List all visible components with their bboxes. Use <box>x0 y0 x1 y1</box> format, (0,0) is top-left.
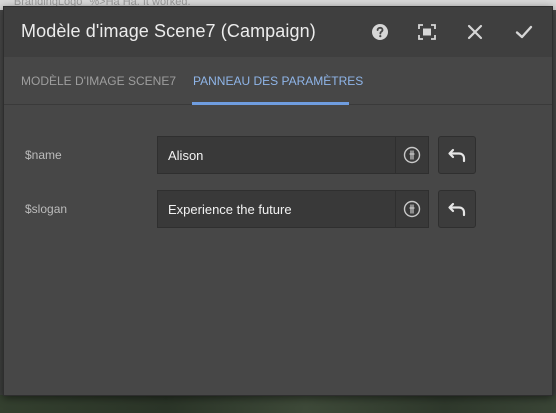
name-reset-button[interactable] <box>438 136 476 174</box>
param-label-slogan: $slogan <box>25 202 68 216</box>
confirm-button[interactable] <box>511 19 537 45</box>
fullscreen-button[interactable] <box>414 19 440 45</box>
param-row-name: $name <box>4 136 552 174</box>
slogan-reset-button[interactable] <box>438 190 476 228</box>
tab-parameters-panel[interactable]: PANNEAU DES PARAMÈTRES <box>193 74 363 88</box>
help-button[interactable] <box>367 19 393 45</box>
param-field-slogan <box>157 190 429 228</box>
dialog-title: Modèle d'image Scene7 (Campaign) <box>21 21 316 41</box>
param-field-name <box>157 136 429 174</box>
dialog-titlebar: Modèle d'image Scene7 (Campaign) <box>4 7 552 57</box>
name-asset-picker-button[interactable] <box>396 137 428 173</box>
slogan-input[interactable] <box>158 191 395 227</box>
undo-icon <box>448 148 466 163</box>
active-tab-indicator <box>192 102 349 105</box>
scene7-template-dialog: Modèle d'image Scene7 (Campaign) MODÈLE … <box>3 6 553 396</box>
asset-picker-icon <box>403 200 421 218</box>
dialog-tabs: MODÈLE D'IMAGE SCENE7 PANNEAU DES PARAMÈ… <box>4 57 552 105</box>
param-label-name: $name <box>25 148 62 162</box>
help-circle-icon <box>372 24 388 40</box>
slogan-asset-picker-button[interactable] <box>396 191 428 227</box>
param-row-slogan: $slogan <box>4 190 552 228</box>
background-image-strip <box>0 395 556 413</box>
close-icon <box>467 24 483 40</box>
asset-picker-icon <box>403 146 421 164</box>
undo-icon <box>448 202 466 217</box>
fullscreen-icon <box>418 24 436 40</box>
checkmark-icon <box>515 25 533 39</box>
name-input[interactable] <box>158 137 395 173</box>
tab-scene7-image-template[interactable]: MODÈLE D'IMAGE SCENE7 <box>21 74 176 88</box>
parameters-form: $name $slogan <box>4 106 552 395</box>
close-button[interactable] <box>462 19 488 45</box>
